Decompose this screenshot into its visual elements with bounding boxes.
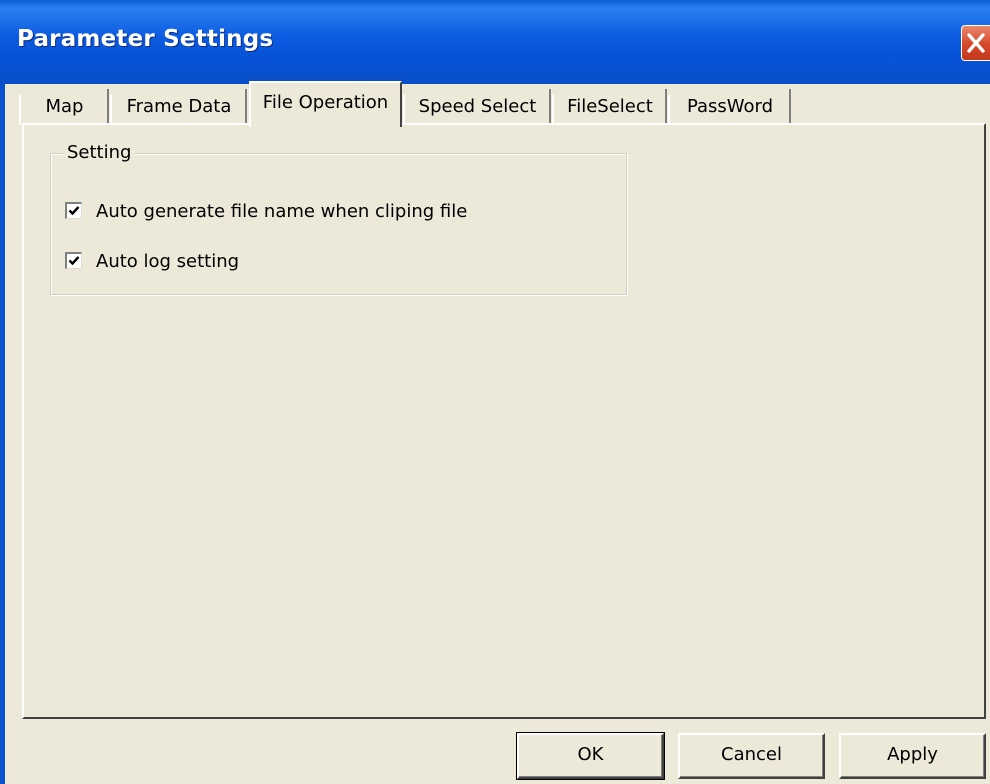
tab-fileselect[interactable]: FileSelect [552, 89, 667, 125]
tab-label: Frame Data [126, 96, 232, 117]
close-button[interactable] [961, 25, 990, 61]
checkbox-label: Auto log setting [96, 251, 240, 272]
tab-frame-data[interactable]: Frame Data [110, 89, 247, 125]
tab-file-operation[interactable]: File Operation [249, 81, 402, 127]
groupbox-title: Setting [63, 142, 136, 164]
auto-generate-filename-checkbox[interactable] [65, 202, 82, 219]
window-title: Parameter Settings [17, 26, 274, 52]
tab-speed-select[interactable]: Speed Select [403, 89, 551, 125]
tab-map[interactable]: Map [19, 89, 109, 125]
tab-label: PassWord [686, 96, 774, 117]
checkmark-icon [68, 206, 80, 216]
tab-label: File Operation [262, 92, 389, 113]
ok-button[interactable]: OK [516, 732, 665, 780]
auto-log-setting-checkbox[interactable] [65, 252, 82, 269]
checkbox-label: Auto generate file name when cliping fil… [96, 201, 468, 222]
tab-label: FileSelect [567, 96, 653, 117]
apply-button[interactable]: Apply [839, 733, 986, 779]
setting-groupbox: Setting Auto generate file name when cli… [50, 142, 627, 295]
tab-label: Map [45, 96, 84, 117]
checkmark-icon [68, 256, 80, 266]
tab-panel-file-operation: Setting Auto generate file name when cli… [22, 123, 986, 719]
tab-password[interactable]: PassWord [668, 89, 791, 125]
window-border-left [0, 84, 5, 784]
tab-label: Speed Select [418, 96, 537, 117]
title-bar[interactable]: Parameter Settings [0, 0, 990, 84]
cancel-button[interactable]: Cancel [678, 733, 825, 779]
